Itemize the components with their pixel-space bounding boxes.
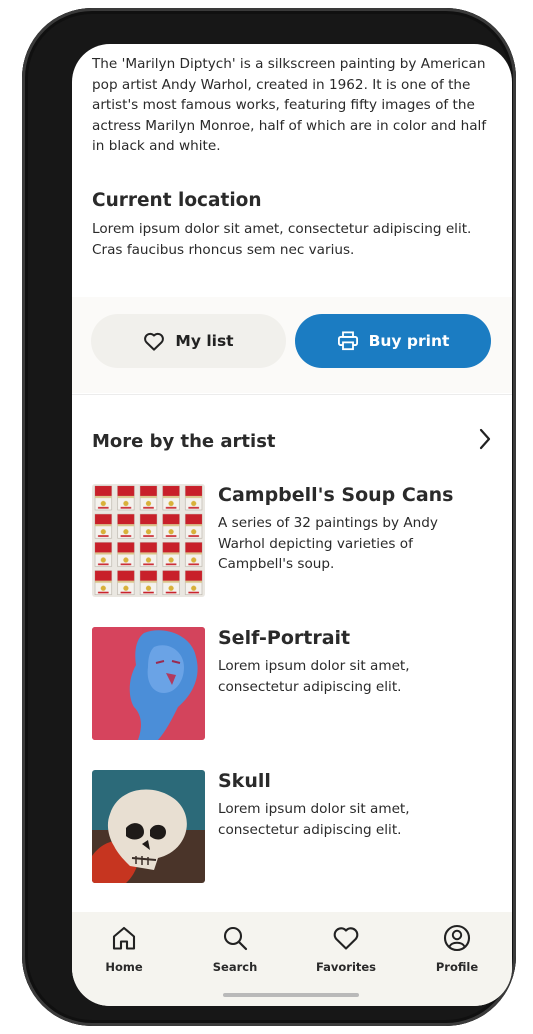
artwork-title: Self-Portrait	[218, 627, 351, 649]
profile-icon	[443, 924, 471, 956]
home-indicator[interactable]	[223, 993, 359, 997]
heart-icon	[143, 331, 165, 351]
tab-home[interactable]: Home	[84, 924, 164, 974]
printer-icon	[337, 331, 359, 351]
buy-print-label: Buy print	[368, 332, 450, 350]
heart-icon	[332, 924, 360, 956]
tab-favorites[interactable]: Favorites	[306, 924, 386, 974]
buy-print-button[interactable]: Buy print	[295, 314, 491, 368]
artwork-description: The 'Marilyn Diptych' is a silkscreen pa…	[92, 56, 487, 155]
action-bar: My list Buy print	[72, 297, 512, 393]
bottom-tab-bar: Home Search Favorites Profile	[72, 912, 512, 1006]
artwork-title: Campbell's Soup Cans	[218, 484, 454, 506]
artwork-title: Skull	[218, 770, 271, 792]
artwork-item-self-portrait[interactable]: Self-Portrait Lorem ipsum dolor sit amet…	[92, 627, 492, 742]
my-list-button[interactable]: My list	[91, 314, 286, 368]
skull-thumbnail	[92, 770, 205, 883]
more-by-artist-title: More by the artist	[92, 430, 276, 452]
tab-home-label: Home	[105, 960, 143, 974]
divider	[72, 394, 512, 395]
chevron-right-icon[interactable]	[478, 428, 492, 454]
search-icon	[221, 924, 249, 956]
more-by-artist-header[interactable]: More by the artist	[92, 426, 492, 456]
tab-profile[interactable]: Profile	[417, 924, 497, 974]
artwork-item-campbells-soup-cans[interactable]: Campbell's Soup Cans A series of 32 pain…	[92, 484, 492, 599]
self-portrait-thumbnail	[92, 627, 205, 740]
tab-search[interactable]: Search	[195, 924, 275, 974]
current-location-text: Lorem ipsum dolor sit amet, consectetur …	[92, 221, 472, 258]
my-list-label: My list	[175, 332, 234, 350]
artwork-text: A series of 32 paintings by Andy Warhol …	[218, 515, 438, 573]
artwork-item-skull[interactable]: Skull Lorem ipsum dolor sit amet, consec…	[92, 770, 492, 885]
tab-profile-label: Profile	[435, 960, 479, 974]
artwork-text: Lorem ipsum dolor sit amet, consectetur …	[218, 658, 410, 695]
current-location-title: Current location	[92, 190, 262, 211]
screen: The 'Marilyn Diptych' is a silkscreen pa…	[72, 44, 512, 1006]
tab-favorites-label: Favorites	[315, 960, 377, 974]
artwork-text: Lorem ipsum dolor sit amet, consectetur …	[218, 801, 410, 838]
phone-frame: The 'Marilyn Diptych' is a silkscreen pa…	[22, 8, 516, 1026]
tab-search-label: Search	[212, 960, 258, 974]
campbells-soup-cans-thumbnail	[92, 484, 205, 597]
home-icon	[110, 924, 138, 956]
